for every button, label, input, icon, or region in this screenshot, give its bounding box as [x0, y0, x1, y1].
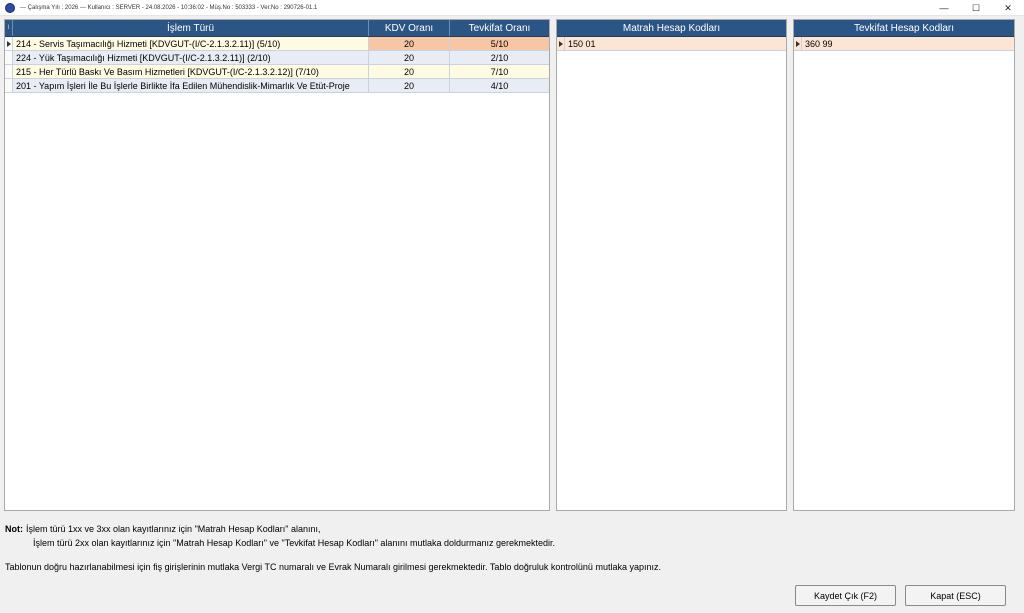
note-spacer — [5, 550, 785, 560]
tevkifat-hesap-kodlari-grid[interactable]: Tevkifat Hesap Kodları 360 99 — [793, 19, 1015, 511]
row-indicator — [5, 37, 13, 50]
matrah-grid-header: Matrah Hesap Kodları — [557, 20, 786, 37]
table-row[interactable]: 214 - Servis Taşımacılığı Hizmeti [KDVGU… — [5, 37, 549, 51]
column-header-tevkifat-hesap-kodlari[interactable]: Tevkifat Hesap Kodları — [794, 20, 1014, 36]
close-icon[interactable]: ✕ — [992, 0, 1024, 16]
table-row[interactable]: 201 - Yapım İşleri İle Bu İşlerle Birlik… — [5, 79, 549, 93]
close-button[interactable]: Kapat (ESC) — [905, 585, 1006, 606]
cell-kdv-orani[interactable]: 20 — [369, 51, 450, 64]
row-indicator — [5, 79, 13, 92]
indicator-header: I — [5, 20, 13, 36]
cell-islem-turu[interactable]: 201 - Yapım İşleri İle Bu İşlerle Birlik… — [13, 79, 369, 92]
islem-turu-grid[interactable]: I İşlem Türü KDV Oranı Tevkifat Oranı 21… — [4, 19, 550, 511]
note-line-1: Not: İşlem türü 1xx ve 3xx olan kayıtlar… — [5, 522, 785, 536]
current-row-arrow-icon — [795, 40, 800, 47]
row-indicator — [557, 37, 565, 50]
notes-section: Not: İşlem türü 1xx ve 3xx olan kayıtlar… — [5, 522, 785, 574]
cell-tevkifat-orani[interactable]: 4/10 — [450, 79, 549, 92]
maximize-icon[interactable]: ☐ — [960, 0, 992, 16]
note-text-3: Tablonun doğru hazırlanabilmesi için fiş… — [5, 562, 661, 572]
cell-islem-turu[interactable]: 214 - Servis Taşımacılığı Hizmeti [KDVGU… — [13, 37, 369, 50]
cell-islem-turu[interactable]: 224 - Yük Taşımacılığı Hizmeti [KDVGUT-(… — [13, 51, 369, 64]
note-label: Not: — [5, 524, 23, 534]
note-text-2: İşlem türü 2xx olan kayıtlarınız için "M… — [33, 538, 556, 548]
islem-grid-header: I İşlem Türü KDV Oranı Tevkifat Oranı — [5, 20, 549, 37]
cell-kdv-orani[interactable]: 20 — [369, 79, 450, 92]
column-header-matrah-hesap-kodlari[interactable]: Matrah Hesap Kodları — [557, 20, 786, 36]
table-row[interactable]: 150 01 — [557, 37, 786, 51]
table-row[interactable]: 224 - Yük Taşımacılığı Hizmeti [KDVGUT-(… — [5, 51, 549, 65]
window-controls: — ☐ ✕ — [928, 0, 1024, 16]
minimize-icon[interactable]: — — [928, 0, 960, 16]
save-exit-button[interactable]: Kaydet Çık (F2) — [795, 585, 896, 606]
table-row[interactable]: 215 - Her Türlü Baskı Ve Basım Hizmetler… — [5, 65, 549, 79]
table-row[interactable]: 360 99 — [794, 37, 1014, 51]
row-indicator — [794, 37, 802, 50]
window-title: --- Çalışma Yılı : 2026 --- Kullanıcı : … — [20, 4, 318, 11]
cell-tevkifat-orani[interactable]: 2/10 — [450, 51, 549, 64]
note-line-2: İşlem türü 2xx olan kayıtlarınız için "M… — [5, 536, 785, 550]
current-row-arrow-icon — [6, 40, 11, 47]
matrah-hesap-kodlari-grid[interactable]: Matrah Hesap Kodları 150 01 — [556, 19, 787, 511]
cell-tevkifat-kodu[interactable]: 360 99 — [802, 37, 1014, 50]
column-header-tevkifat-orani[interactable]: Tevkifat Oranı — [450, 20, 549, 36]
title-bar: --- Çalışma Yılı : 2026 --- Kullanıcı : … — [0, 0, 1024, 16]
cell-islem-turu[interactable]: 215 - Her Türlü Baskı Ve Basım Hizmetler… — [13, 65, 369, 78]
current-row-arrow-icon — [558, 40, 563, 47]
row-indicator — [5, 65, 13, 78]
cell-kdv-orani[interactable]: 20 — [369, 37, 450, 50]
tevkifat-grid-header: Tevkifat Hesap Kodları — [794, 20, 1014, 37]
column-header-kdv-orani[interactable]: KDV Oranı — [369, 20, 450, 36]
app-logo-icon — [5, 2, 15, 13]
row-indicator — [5, 51, 13, 64]
note-line-3: Tablonun doğru hazırlanabilmesi için fiş… — [5, 560, 785, 574]
note-text-1: İşlem türü 1xx ve 3xx olan kayıtlarınız … — [26, 524, 321, 534]
cell-tevkifat-orani[interactable]: 7/10 — [450, 65, 549, 78]
column-header-islem-turu[interactable]: İşlem Türü — [13, 20, 369, 36]
cell-kdv-orani[interactable]: 20 — [369, 65, 450, 78]
cell-tevkifat-orani[interactable]: 5/10 — [450, 37, 549, 50]
cell-matrah-kodu[interactable]: 150 01 — [565, 37, 786, 50]
